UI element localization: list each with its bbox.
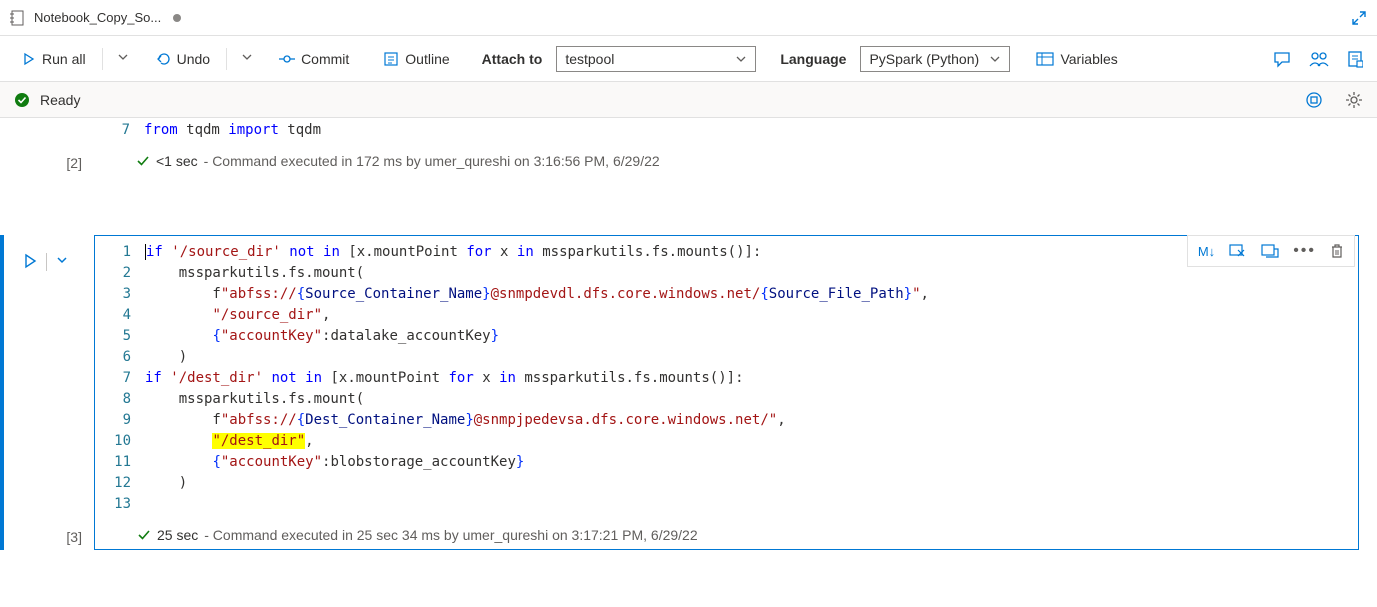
code-editor[interactable]: 7 from tqdm import tqdm xyxy=(94,118,1359,147)
variables-icon xyxy=(1036,52,1054,66)
status-bar: Ready xyxy=(0,82,1377,118)
status-ready-icon xyxy=(14,92,30,108)
settings-icon[interactable] xyxy=(1345,91,1363,109)
execution-status: <1 sec - Command executed in 172 ms by u… xyxy=(94,147,1359,175)
line-number: 7 xyxy=(94,120,130,141)
cell-gutter: [2] xyxy=(4,118,94,175)
code-cell: [2] 7 from tqdm import tqdm <1 sec - Com… xyxy=(0,118,1377,175)
status-text: Ready xyxy=(40,92,80,108)
attach-to-select[interactable]: testpool xyxy=(556,46,756,72)
check-icon xyxy=(137,528,151,542)
run-all-label: Run all xyxy=(42,51,86,67)
title-bar: Notebook_Copy_So... xyxy=(0,0,1377,36)
undo-icon xyxy=(155,51,171,67)
cell-execution-count: [2] xyxy=(66,155,82,171)
code-content: if '/source_dir' not in [x.mountPoint fo… xyxy=(145,242,1358,515)
notebook-title: Notebook_Copy_So... xyxy=(34,10,161,25)
attach-to-label: Attach to xyxy=(462,51,553,67)
outline-label: Outline xyxy=(405,51,449,67)
cell-execution-count: [3] xyxy=(66,529,82,545)
chevron-down-icon xyxy=(117,51,129,63)
line-number-gutter: 12345678910111213 xyxy=(95,242,145,515)
exec-time: <1 sec xyxy=(156,153,198,169)
notebook-file-icon xyxy=(10,10,26,26)
exec-time: 25 sec xyxy=(157,527,198,543)
cell-content: 12345678910111213 if '/source_dir' not i… xyxy=(94,235,1359,550)
stop-session-icon[interactable] xyxy=(1305,91,1323,109)
outline-icon xyxy=(383,51,399,67)
unsaved-indicator-icon xyxy=(173,14,181,22)
chevron-down-icon xyxy=(735,53,747,65)
properties-icon[interactable] xyxy=(1347,50,1363,68)
comments-icon[interactable] xyxy=(1273,50,1291,68)
execution-status: 25 sec - Command executed in 25 sec 34 m… xyxy=(95,521,1358,549)
chevron-down-icon xyxy=(989,53,1001,65)
play-icon xyxy=(22,52,36,66)
run-cell-button[interactable] xyxy=(22,253,38,269)
language-label: Language xyxy=(760,51,856,67)
outline-button[interactable]: Outline xyxy=(375,47,457,71)
notebook-body: [2] 7 from tqdm import tqdm <1 sec - Com… xyxy=(0,118,1377,570)
exec-message: - Command executed in 172 ms by umer_qur… xyxy=(204,153,660,169)
expand-icon[interactable] xyxy=(1351,10,1367,26)
undo-label: Undo xyxy=(177,51,210,67)
check-icon xyxy=(136,154,150,168)
code-cell: 12345678910111213 if '/source_dir' not i… xyxy=(0,235,1377,550)
run-all-button[interactable]: Run all xyxy=(14,47,94,71)
run-options-dropdown[interactable] xyxy=(55,253,69,267)
code-editor[interactable]: 12345678910111213 if '/source_dir' not i… xyxy=(95,236,1358,521)
undo-dropdown[interactable] xyxy=(235,47,259,70)
toolbar: Run all Undo Commit Outline Attach to te… xyxy=(0,36,1377,82)
coauthors-icon[interactable] xyxy=(1309,50,1329,68)
cell-gutter xyxy=(4,235,94,550)
commit-label: Commit xyxy=(301,51,349,67)
commit-button[interactable]: Commit xyxy=(271,47,357,71)
commit-icon xyxy=(279,51,295,67)
run-all-dropdown[interactable] xyxy=(111,47,135,70)
code-line: from tqdm import tqdm xyxy=(144,120,1359,141)
variables-button[interactable]: Variables xyxy=(1028,47,1125,71)
chevron-down-icon xyxy=(241,51,253,63)
language-select[interactable]: PySpark (Python) xyxy=(860,46,1010,72)
exec-message: - Command executed in 25 sec 34 ms by um… xyxy=(204,527,697,543)
cell-content: 7 from tqdm import tqdm <1 sec - Command… xyxy=(94,118,1359,175)
attach-to-value: testpool xyxy=(565,51,614,67)
language-value: PySpark (Python) xyxy=(869,51,979,67)
variables-label: Variables xyxy=(1060,51,1117,67)
undo-button[interactable]: Undo xyxy=(147,47,218,71)
